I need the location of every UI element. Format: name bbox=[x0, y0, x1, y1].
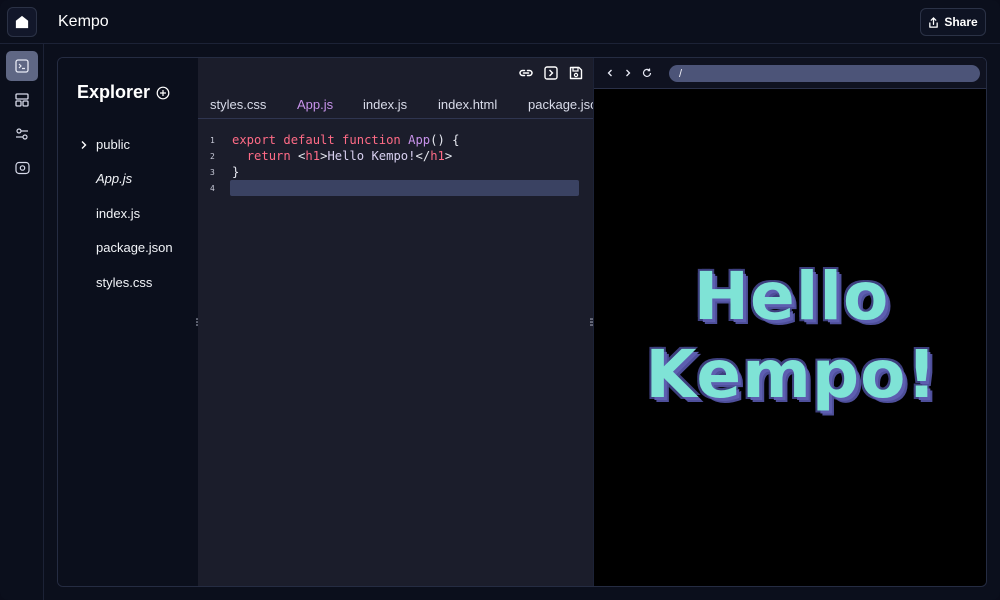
run-icon[interactable] bbox=[543, 65, 559, 81]
code-editor: styles.css App.js index.js index.html pa… bbox=[198, 58, 593, 586]
chevron-right-icon[interactable] bbox=[79, 140, 89, 150]
tab-index-html[interactable]: index.html bbox=[438, 97, 497, 112]
preview-heading-line2: Kempo! bbox=[645, 336, 938, 413]
share-label: Share bbox=[944, 15, 978, 29]
rail-layout-button[interactable] bbox=[6, 85, 38, 115]
editor-toolbar bbox=[198, 58, 593, 88]
tab-package-json[interactable]: package.json bbox=[528, 97, 593, 112]
refresh-icon[interactable] bbox=[641, 67, 653, 79]
workspace: Explorer public App.js index.js package.… bbox=[57, 57, 987, 587]
app-title: Kempo bbox=[58, 13, 109, 30]
add-file-icon[interactable] bbox=[156, 86, 170, 100]
explorer-item-package-json[interactable]: package.json bbox=[96, 240, 173, 255]
home-icon bbox=[15, 15, 29, 29]
explorer-item-styles-css[interactable]: styles.css bbox=[96, 275, 152, 290]
explorer-item-public[interactable]: public bbox=[96, 137, 130, 152]
terminal-icon bbox=[15, 59, 29, 73]
preview-pane: Hello Kempo! bbox=[593, 58, 986, 586]
editor-tabs: styles.css App.js index.js index.html pa… bbox=[198, 88, 593, 119]
app-window: Kempo Share Explorer public App.js index… bbox=[0, 0, 1000, 600]
rail-terminal-button[interactable] bbox=[6, 51, 38, 81]
code-line-content: return <h1>Hello Kempo!</h1> bbox=[246, 149, 453, 163]
code-line-content: export default function App() { bbox=[232, 133, 460, 147]
code-line: 4 bbox=[198, 181, 593, 197]
left-rail bbox=[0, 44, 44, 600]
tab-styles-css[interactable]: styles.css bbox=[210, 97, 266, 112]
preview-heading-line1: Hello bbox=[693, 258, 890, 335]
rail-preview-button[interactable] bbox=[6, 153, 38, 183]
top-bar: Kempo Share bbox=[0, 0, 1000, 44]
code-line: 1 export default function App() { bbox=[198, 133, 593, 149]
forward-icon[interactable] bbox=[622, 67, 634, 79]
code-line-content: } bbox=[232, 165, 240, 179]
rail-settings-button[interactable] bbox=[6, 119, 38, 149]
link-icon[interactable] bbox=[518, 65, 534, 81]
code-line: 3 } bbox=[198, 165, 593, 181]
save-icon[interactable] bbox=[568, 65, 584, 81]
preview-heading: Hello Kempo! bbox=[594, 258, 986, 414]
line-number: 3 bbox=[210, 168, 215, 177]
line-number: 1 bbox=[210, 136, 215, 145]
tab-app-js[interactable]: App.js bbox=[297, 97, 333, 112]
explorer-item-index-js[interactable]: index.js bbox=[96, 206, 140, 221]
file-explorer: Explorer public App.js index.js package.… bbox=[58, 58, 198, 586]
tab-index-js[interactable]: index.js bbox=[363, 97, 407, 112]
line-number: 2 bbox=[210, 152, 215, 161]
back-icon[interactable] bbox=[604, 67, 616, 79]
share-button[interactable]: Share bbox=[920, 8, 986, 36]
layout-icon bbox=[15, 93, 29, 107]
explorer-item-app-js[interactable]: App.js bbox=[96, 171, 132, 186]
url-input[interactable] bbox=[669, 65, 980, 82]
code-line: 2 return <h1>Hello Kempo!</h1> bbox=[198, 149, 593, 165]
line-number: 4 bbox=[210, 184, 215, 193]
explorer-title: Explorer bbox=[77, 82, 151, 102]
settings-sliders-icon bbox=[16, 128, 28, 140]
home-button[interactable] bbox=[7, 7, 37, 37]
preview-eye-icon bbox=[14, 161, 30, 175]
share-icon bbox=[929, 16, 939, 28]
preview-navbar bbox=[594, 58, 986, 89]
